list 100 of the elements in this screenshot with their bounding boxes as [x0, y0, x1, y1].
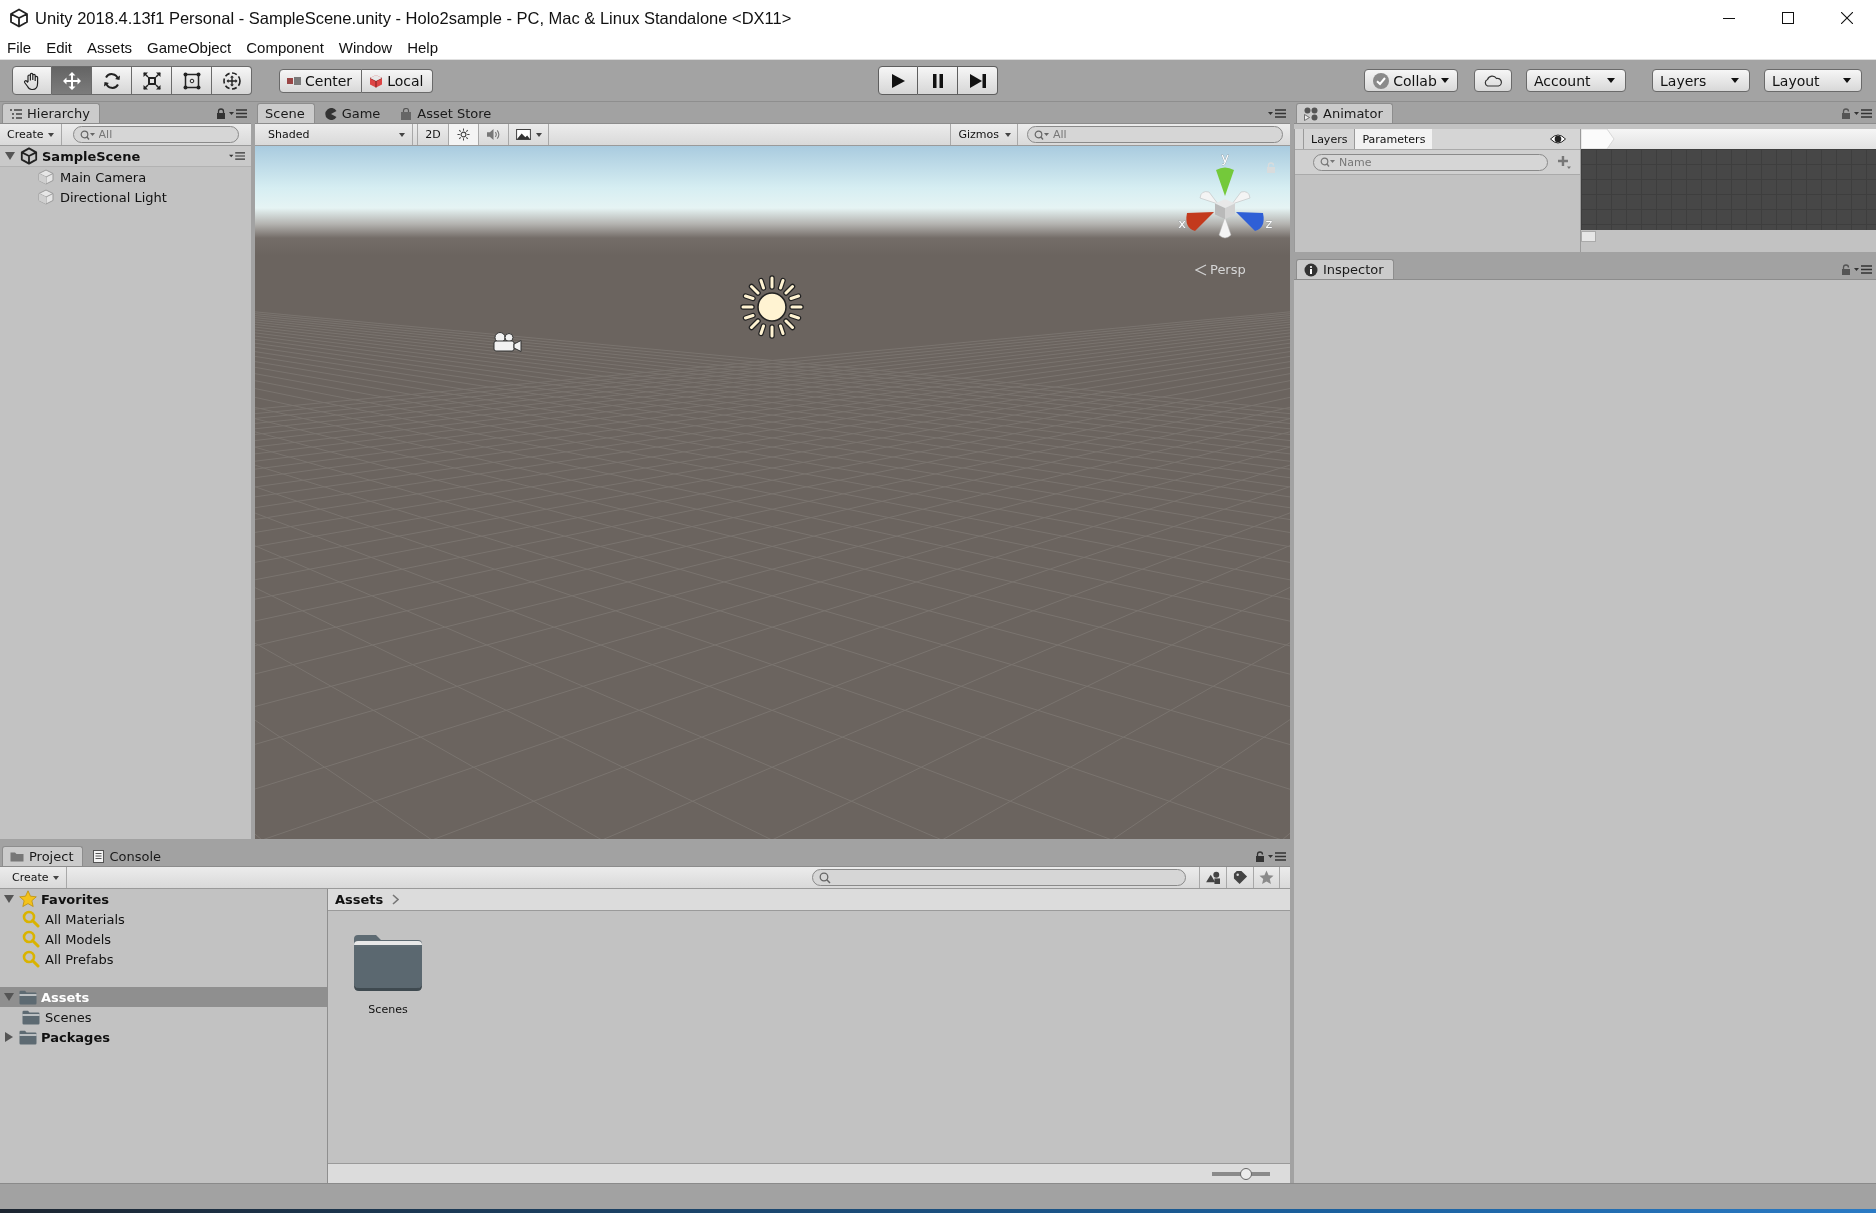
- shading-dropdown[interactable]: Shaded: [260, 124, 413, 145]
- projection-toggle[interactable]: Persp: [1195, 262, 1246, 277]
- lighting-toggle[interactable]: [449, 124, 479, 145]
- speaker-icon: [486, 128, 501, 141]
- menu-item[interactable]: Component: [239, 39, 332, 56]
- hierarchy-item[interactable]: Main Camera: [0, 167, 251, 187]
- create-dropdown[interactable]: Create: [5, 867, 67, 888]
- cloud-icon: [1483, 74, 1503, 87]
- expand-triangle-icon[interactable]: [4, 1032, 14, 1042]
- play-icon: [890, 72, 906, 89]
- pivot-squares-icon: [287, 75, 301, 86]
- menu-item[interactable]: Assets: [80, 39, 141, 56]
- movie-camera-icon[interactable]: [490, 331, 522, 353]
- scrollbar-thumb[interactable]: [1581, 231, 1596, 242]
- cloud-button[interactable]: [1474, 69, 1512, 92]
- cube-icon: [38, 169, 54, 185]
- hand-tool-button[interactable]: [12, 66, 52, 95]
- pivot-position-button[interactable]: Center: [279, 68, 363, 93]
- panel-tab[interactable]: Inspector: [1296, 259, 1394, 279]
- pivot-rotation-button[interactable]: Local: [362, 68, 434, 93]
- lock-icon[interactable]: [1255, 850, 1265, 862]
- window-title: Unity 2018.4.13f1 Personal - SampleScene.unity - Holo2sample - PC, Mac & Linux Standalone <DX11>: [35, 8, 792, 28]
- toolbar-dropdown[interactable]: Layers: [1652, 69, 1750, 92]
- menu-icon[interactable]: [229, 108, 247, 118]
- sidebar-tab[interactable]: Parameters: [1354, 129, 1433, 149]
- menu-item[interactable]: File: [0, 39, 40, 56]
- search-field[interactable]: Name: [1313, 153, 1549, 171]
- menu-icon[interactable]: [229, 152, 245, 160]
- four-arrows-icon: [61, 70, 82, 91]
- magnifier-icon: [22, 950, 40, 968]
- search-field[interactable]: [812, 869, 1186, 886]
- pacman-icon: [324, 107, 337, 120]
- transform-tool-button[interactable]: [212, 66, 252, 95]
- axis-cone[interactable]: [1186, 212, 1214, 231]
- tree-item[interactable]: All Materials: [0, 909, 327, 929]
- axis-cone[interactable]: [1236, 212, 1264, 231]
- caret-icon: [1843, 78, 1851, 83]
- image-icon: [515, 129, 531, 140]
- minimize-icon: [1722, 17, 1735, 19]
- move-tool-button[interactable]: [52, 66, 92, 95]
- lock-icon[interactable]: [216, 107, 226, 119]
- panel-tab[interactable]: Hierarchy: [2, 103, 100, 123]
- create-dropdown[interactable]: Create: [0, 124, 62, 145]
- menu-icon[interactable]: [1268, 851, 1286, 861]
- expand-triangle-icon[interactable]: [4, 894, 14, 904]
- search-field[interactable]: All: [72, 126, 239, 143]
- rotate-arrows-icon: [101, 70, 122, 91]
- menu-item[interactable]: GameObject: [140, 39, 240, 56]
- scene-viewport[interactable]: y x z Persp: [255, 146, 1290, 839]
- tree-item[interactable]: All Models: [0, 929, 327, 949]
- axis-label: z: [1265, 216, 1273, 231]
- document-icon: [93, 850, 105, 863]
- rotate-tool-button[interactable]: [92, 66, 132, 95]
- pause-button[interactable]: [918, 66, 958, 95]
- slider-thumb[interactable]: [1239, 1167, 1252, 1180]
- menu-item[interactable]: Edit: [39, 39, 81, 56]
- menu-item[interactable]: Help: [400, 39, 447, 56]
- menu-icon[interactable]: [1854, 264, 1872, 274]
- menu-icon[interactable]: [1268, 108, 1286, 118]
- lock-icon[interactable]: [1841, 263, 1851, 275]
- tree-item[interactable]: Favorites: [0, 889, 327, 909]
- gizmo-center-cube[interactable]: [1199, 191, 1251, 239]
- menu-icon[interactable]: [1854, 108, 1872, 118]
- magnifier-icon: [22, 930, 40, 948]
- cube-logo-icon: [9, 8, 29, 28]
- toolbar-dropdown[interactable]: Layout: [1764, 69, 1862, 92]
- panel-tab[interactable]: Animator: [1296, 103, 1393, 123]
- plus-icon[interactable]: [1557, 155, 1571, 169]
- folder-icon: [352, 933, 424, 991]
- account-dropdown[interactable]: Account: [1526, 69, 1626, 92]
- shaded-cube-icon: [369, 73, 384, 88]
- axis-label: x: [1178, 216, 1186, 231]
- panel-tab[interactable]: Asset Store: [392, 103, 502, 123]
- scale-tool-button[interactable]: [132, 66, 172, 95]
- collab-dropdown[interactable]: Collab: [1364, 69, 1458, 92]
- scale-arrows-icon: [141, 70, 162, 91]
- rect-tool-button[interactable]: [172, 66, 212, 95]
- sun-icon[interactable]: [740, 275, 804, 339]
- play-button[interactable]: [878, 66, 918, 95]
- eye-icon[interactable]: [1550, 134, 1566, 144]
- breadcrumb-item[interactable]: Assets: [335, 892, 384, 907]
- asset-item[interactable]: Scenes: [352, 933, 424, 1016]
- lock-icon[interactable]: [1841, 107, 1851, 119]
- tree-item[interactable]: Scenes: [0, 1007, 327, 1027]
- cube-icon: [38, 189, 54, 205]
- tree-item[interactable]: All Prefabs: [0, 949, 327, 969]
- panel-tab[interactable]: Project: [2, 846, 84, 866]
- gizmos-dropdown[interactable]: Gizmos: [950, 124, 1018, 145]
- folder-icon: [19, 989, 37, 1005]
- search-field[interactable]: All: [1027, 126, 1283, 143]
- panel-tab[interactable]: Scene: [257, 103, 315, 123]
- step-button[interactable]: [958, 66, 998, 95]
- caret-icon: [399, 132, 405, 137]
- scene-header[interactable]: SampleScene: [0, 146, 251, 167]
- panel-tab[interactable]: Console: [85, 846, 172, 866]
- hierarchy-item[interactable]: Directional Light: [0, 187, 251, 207]
- search-icon: [1320, 157, 1336, 167]
- menu-item[interactable]: Window: [331, 39, 401, 56]
- tree-item[interactable]: Packages: [0, 1027, 327, 1047]
- panel-tab[interactable]: Game: [316, 103, 391, 123]
